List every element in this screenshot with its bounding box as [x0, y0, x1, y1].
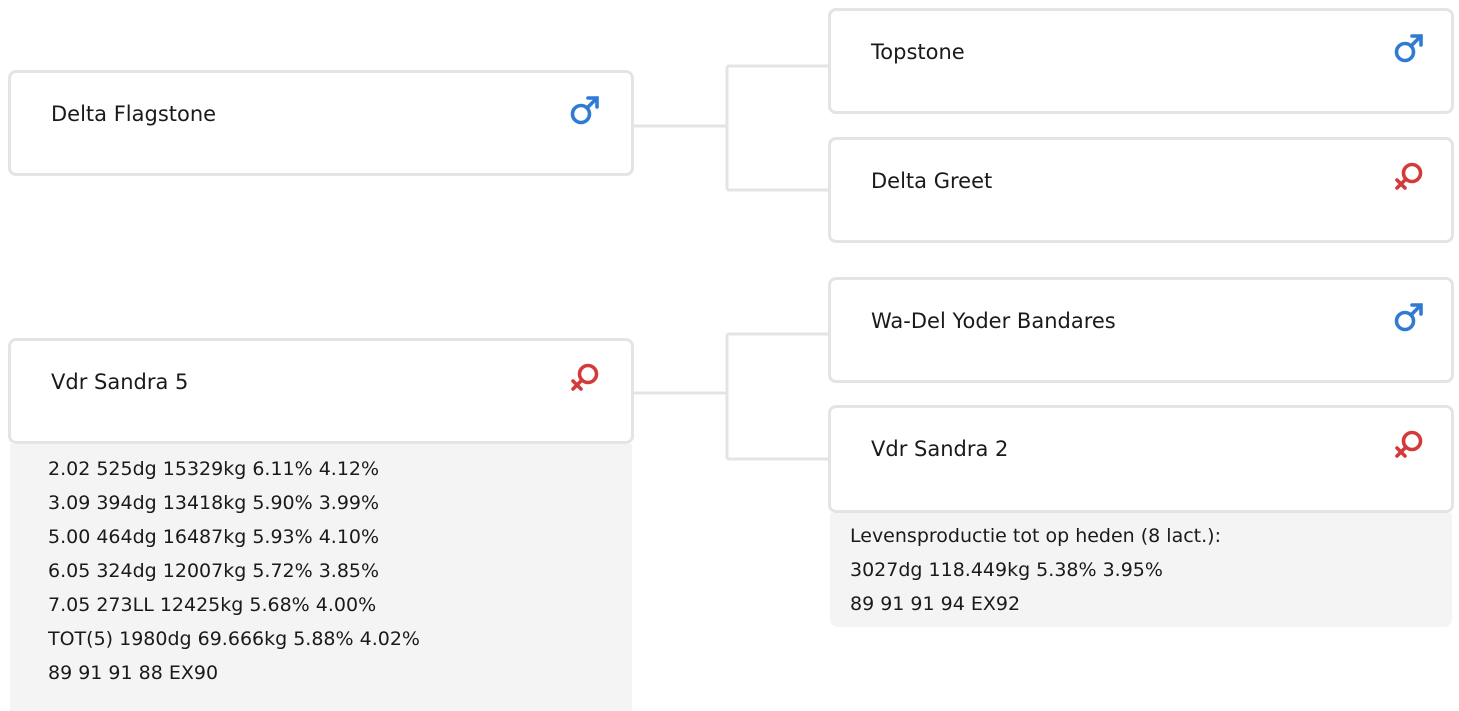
- pedigree-chart: Delta Flagstone Topstone Delta Greet Vdr…: [0, 0, 1459, 711]
- dam-stats-line: TOT(5) 1980dg 69.666kg 5.88% 4.02%: [48, 628, 420, 650]
- card-sire-dam-name: Delta Greet: [871, 169, 993, 193]
- card-sire-sire-name: Topstone: [871, 40, 965, 64]
- dam-dam-stats-line: Levensproductie tot op heden (8 lact.):: [850, 525, 1221, 547]
- card-sire[interactable]: Delta Flagstone: [8, 70, 634, 176]
- dam-stats-line: 3.09 394dg 13418kg 5.90% 3.99%: [48, 492, 380, 514]
- card-sire-dam[interactable]: Delta Greet: [828, 137, 1454, 243]
- card-dam-sire-name: Wa-Del Yoder Bandares: [871, 309, 1116, 333]
- dam-stats: 2.02 525dg 15329kg 6.11% 4.12% 3.09 394d…: [10, 444, 632, 711]
- female-icon: [1392, 428, 1426, 462]
- dam-stats-line: 5.00 464dg 16487kg 5.93% 4.10%: [48, 526, 380, 548]
- dam-stats-line: 7.05 273LL 12425kg 5.68% 4.00%: [48, 594, 377, 616]
- card-dam-dam[interactable]: Vdr Sandra 2: [828, 405, 1454, 513]
- male-icon: [1392, 300, 1426, 334]
- card-dam-dam-name: Vdr Sandra 2: [871, 437, 1009, 461]
- female-icon: [568, 361, 602, 395]
- card-sire-sire[interactable]: Topstone: [828, 8, 1454, 114]
- connector-dam: [634, 332, 828, 461]
- card-dam-sire[interactable]: Wa-Del Yoder Bandares: [828, 277, 1454, 383]
- connector-sire: [634, 64, 828, 192]
- male-icon: [1392, 31, 1426, 65]
- dam-dam-stats-line: 3027dg 118.449kg 5.38% 3.95%: [850, 559, 1163, 581]
- dam-stats-line: 2.02 525dg 15329kg 6.11% 4.12%: [48, 458, 380, 480]
- dam-dam-stats-line: 89 91 91 94 EX92: [850, 593, 1021, 615]
- card-dam-name: Vdr Sandra 5: [51, 370, 189, 394]
- female-icon: [1392, 160, 1426, 194]
- male-icon: [568, 93, 602, 127]
- dam-stats-line: 6.05 324dg 12007kg 5.72% 3.85%: [48, 560, 380, 582]
- card-sire-name: Delta Flagstone: [51, 102, 217, 126]
- dam-stats-line: 89 91 91 88 EX90: [48, 662, 219, 684]
- dam-dam-stats: Levensproductie tot op heden (8 lact.): …: [830, 513, 1452, 627]
- card-dam[interactable]: Vdr Sandra 5: [8, 338, 634, 444]
